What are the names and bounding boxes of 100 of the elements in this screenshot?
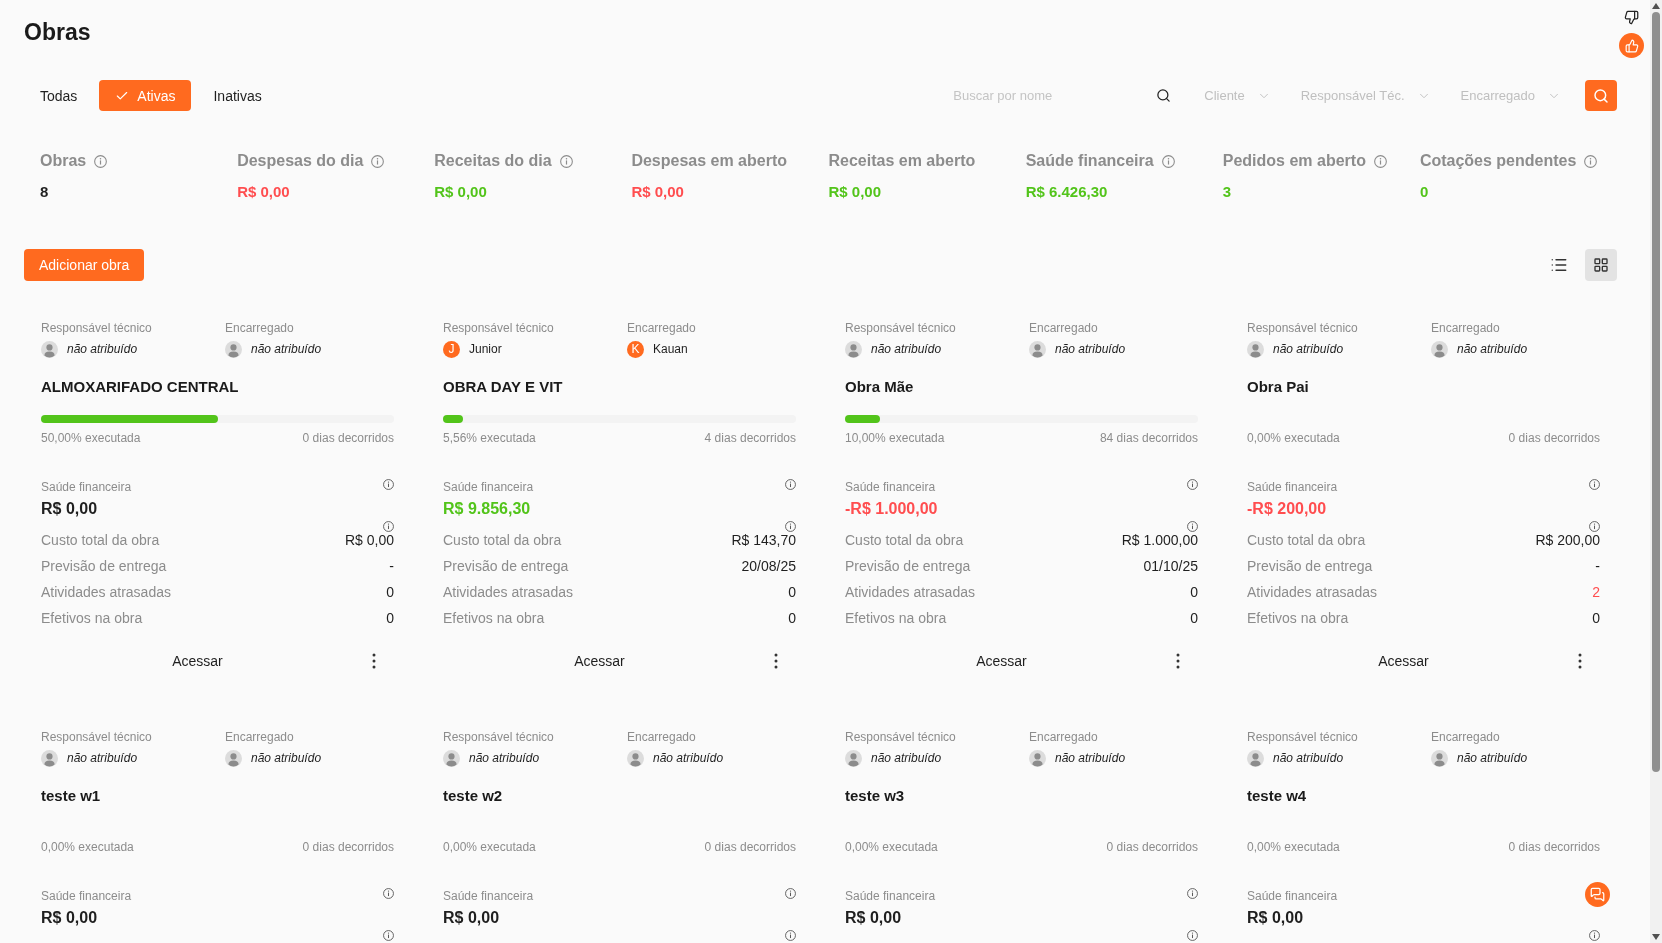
elapsed-days: 0 dias decorridos xyxy=(1508,839,1600,855)
person-name: não atribuído xyxy=(469,751,540,765)
avatar: K xyxy=(627,340,644,358)
info-icon[interactable] xyxy=(1161,154,1175,168)
scroll-up-arrow-icon[interactable] xyxy=(1652,3,1660,9)
info-icon[interactable] xyxy=(94,154,108,168)
info-icon[interactable] xyxy=(785,929,796,941)
project-title: ALMOXARIFADO CENTRAL xyxy=(41,377,239,397)
person-role-label: Responsável técnico xyxy=(845,729,956,746)
info-icon[interactable] xyxy=(371,154,385,168)
progress-label: 0,00% executada xyxy=(41,839,134,855)
health-label: Saúde financeira xyxy=(1247,888,1338,904)
info-icon[interactable] xyxy=(383,888,394,899)
info-icon[interactable] xyxy=(785,479,796,490)
person-name: Junior xyxy=(469,342,502,356)
thumbs-down-icon xyxy=(1624,10,1639,25)
progress-label: 0,00% executada xyxy=(1247,839,1340,855)
thumbs-up-icon xyxy=(1624,38,1639,53)
info-icon[interactable] xyxy=(785,888,796,899)
person-name: não atribuído xyxy=(1457,751,1528,765)
search-icon[interactable] xyxy=(1156,88,1172,103)
info-icon[interactable] xyxy=(1584,154,1598,168)
info-icon[interactable] xyxy=(1187,520,1198,532)
health-value: -R$ 1.000,00 xyxy=(845,499,938,519)
info-icon[interactable] xyxy=(1589,929,1600,941)
health-value: R$ 0,00 xyxy=(1247,908,1304,928)
filter-tab[interactable]: Todas xyxy=(24,80,94,111)
info-icon[interactable] xyxy=(1187,479,1198,490)
dislike-button[interactable] xyxy=(1624,10,1639,25)
scrollbar[interactable] xyxy=(1650,0,1662,943)
info-icon[interactable] xyxy=(383,929,394,941)
stat-label: Pedidos em aberto xyxy=(1222,151,1366,171)
health-label: Saúde financeira xyxy=(845,888,936,904)
chat-button[interactable] xyxy=(1585,882,1610,907)
stat-value: R$ 0,00 xyxy=(631,182,684,202)
project-title: teste w4 xyxy=(1247,786,1307,806)
detail-value: R$ 0,00 xyxy=(344,532,394,548)
person-role-label: Responsável técnico xyxy=(41,729,152,746)
grid-view-icon xyxy=(1593,257,1609,273)
person-name: não atribuído xyxy=(1273,751,1344,765)
elapsed-days: 0 dias decorridos xyxy=(704,839,796,855)
stat-label: Cotações pendentes xyxy=(1419,151,1577,171)
person-role-label: Encarregado xyxy=(627,729,696,746)
person-name: não atribuído xyxy=(1457,342,1528,356)
project-title: teste w1 xyxy=(41,786,101,806)
health-label: Saúde financeira xyxy=(443,479,534,495)
detail-value: 0 xyxy=(386,584,394,600)
stat-value: R$ 6.426,30 xyxy=(1025,182,1108,202)
detail-label: Atividades atrasadas xyxy=(1247,584,1377,600)
filter-tab[interactable]: Inativas xyxy=(197,80,278,111)
view-toggle-button[interactable] xyxy=(1585,249,1617,281)
stat-label: Receitas em aberto xyxy=(828,151,976,171)
stat-label: Obras xyxy=(40,151,87,171)
info-icon[interactable] xyxy=(1589,520,1600,532)
info-icon[interactable] xyxy=(1187,888,1198,899)
health-value: R$ 0,00 xyxy=(845,908,902,928)
stat-label: Despesas em aberto xyxy=(631,151,787,171)
scroll-down-arrow-icon[interactable] xyxy=(1652,934,1660,940)
info-icon[interactable] xyxy=(383,479,394,490)
detail-label: Atividades atrasadas xyxy=(845,584,975,600)
person-name: não atribuído xyxy=(1055,751,1126,765)
info-icon[interactable] xyxy=(1187,929,1198,941)
access-button[interactable]: Acessar xyxy=(41,645,354,677)
detail-label: Previsão de entrega xyxy=(1247,558,1373,574)
like-button[interactable] xyxy=(1619,33,1644,58)
health-value: R$ 0,00 xyxy=(41,499,98,519)
health-label: Saúde financeira xyxy=(41,888,132,904)
progress-label: 5,56% executada xyxy=(443,430,536,446)
access-button[interactable]: Acessar xyxy=(845,645,1158,677)
info-icon[interactable] xyxy=(1589,479,1600,490)
detail-value: - xyxy=(389,558,394,574)
search-button[interactable] xyxy=(1585,80,1617,111)
info-icon[interactable] xyxy=(785,520,796,532)
detail-value: R$ 200,00 xyxy=(1535,532,1600,548)
project-title: teste w2 xyxy=(443,786,503,806)
person-role-label: Responsável técnico xyxy=(1247,729,1358,746)
access-button[interactable]: Acessar xyxy=(443,645,756,677)
info-icon[interactable] xyxy=(1373,154,1387,168)
person-role-label: Encarregado xyxy=(1029,320,1098,337)
elapsed-days: 0 dias decorridos xyxy=(1106,839,1198,855)
detail-value: 0 xyxy=(1190,610,1198,626)
page-title: Obras xyxy=(24,18,91,46)
detail-label: Atividades atrasadas xyxy=(41,584,171,600)
info-icon[interactable] xyxy=(559,154,573,168)
progress-label: 0,00% executada xyxy=(1247,430,1340,446)
health-label: Saúde financeira xyxy=(845,479,936,495)
stat-value: R$ 0,00 xyxy=(434,182,487,202)
info-icon[interactable] xyxy=(383,520,394,532)
stat-value: R$ 0,00 xyxy=(828,182,882,202)
person-name: não atribuído xyxy=(1055,342,1126,356)
detail-value: 0 xyxy=(788,610,796,626)
person-role-label: Responsável técnico xyxy=(41,320,152,337)
scrollbar-thumb[interactable] xyxy=(1652,12,1660,772)
detail-label: Atividades atrasadas xyxy=(443,584,573,600)
detail-value: 0 xyxy=(1190,584,1198,600)
chat-icon xyxy=(1590,887,1605,902)
progress-label: 0,00% executada xyxy=(443,839,536,855)
access-button[interactable]: Acessar xyxy=(1247,645,1560,677)
project-title: Obra Pai xyxy=(1247,377,1309,397)
health-value: R$ 9.856,30 xyxy=(443,499,531,519)
